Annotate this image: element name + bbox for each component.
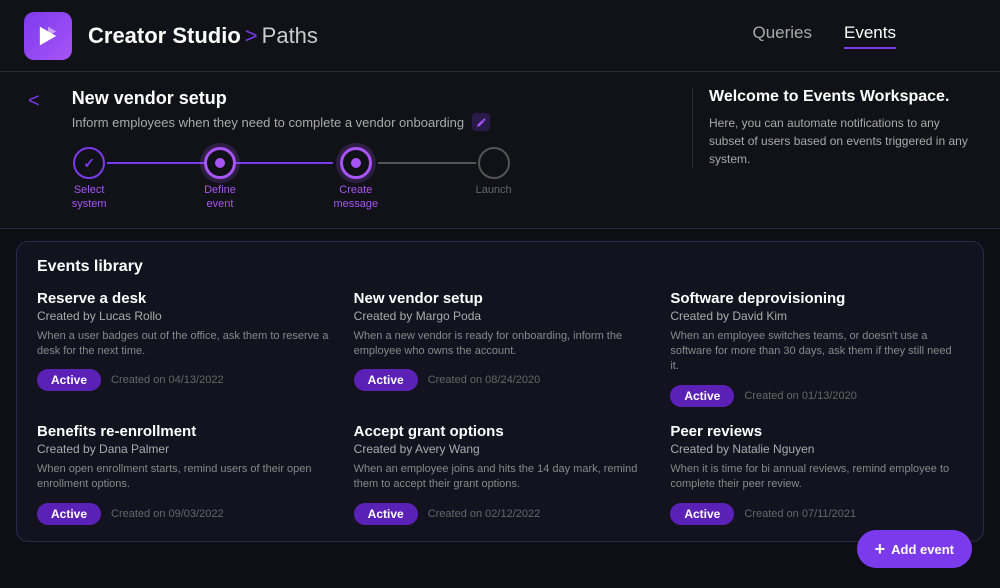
add-event-label: Add event: [891, 542, 954, 557]
event-card: Peer reviews Created by Natalie Nguyen W…: [670, 423, 963, 525]
plus-icon: +: [875, 540, 886, 558]
event-card-creator: Created by Margo Poda: [354, 309, 647, 323]
event-card: Accept grant options Created by Avery Wa…: [354, 423, 647, 525]
event-card-footer: Active Created on 07/11/2021: [670, 503, 963, 525]
event-card-footer: Active Created on 04/13/2022: [37, 369, 330, 391]
event-card-creator: Created by Natalie Nguyen: [670, 442, 963, 456]
nav-separator: >: [245, 23, 258, 49]
step-3-circle: [340, 147, 372, 179]
created-date: Created on 08/24/2020: [428, 374, 541, 386]
step-1-circle: ✓: [73, 147, 105, 179]
created-date: Created on 09/03/2022: [111, 508, 224, 520]
back-button[interactable]: <: [28, 90, 40, 113]
active-badge[interactable]: Active: [670, 385, 734, 407]
event-card-desc: When a user badges out of the office, as…: [37, 329, 330, 360]
event-card-title: Peer reviews: [670, 423, 963, 440]
event-card-footer: Active Created on 08/24/2020: [354, 369, 647, 391]
events-library-title: Events library: [37, 258, 963, 276]
events-grid: Reserve a desk Created by Lucas Rollo Wh…: [37, 290, 963, 525]
add-event-button[interactable]: + Add event: [857, 530, 972, 568]
event-card-desc: When a new vendor is ready for onboardin…: [354, 329, 647, 360]
logo: [24, 12, 72, 60]
event-card-title: Benefits re-enrollment: [37, 423, 330, 440]
nav-link-events[interactable]: Events: [844, 23, 896, 49]
nav-link-queries[interactable]: Queries: [752, 23, 812, 49]
workflow-title: New vendor setup: [72, 88, 660, 109]
workflow-info: Welcome to Events Workspace. Here, you c…: [692, 88, 972, 168]
created-date: Created on 07/11/2021: [744, 508, 856, 520]
workflow-section: < New vendor setup Inform employees when…: [0, 72, 1000, 229]
workflow-subtitle: Inform employees when they need to compl…: [72, 113, 660, 131]
step-select-system: ✓ Selectsystem: [72, 147, 107, 212]
event-card-title: Reserve a desk: [37, 290, 330, 307]
event-card: Software deprovisioning Created by David…: [670, 290, 963, 407]
connector-3-4: [378, 162, 475, 164]
step-define-event: Defineevent: [204, 147, 236, 212]
created-date: Created on 02/12/2022: [428, 508, 541, 520]
active-badge[interactable]: Active: [354, 369, 418, 391]
workspace-info-text: Here, you can automate notifications to …: [709, 114, 972, 168]
event-card-title: Accept grant options: [354, 423, 647, 440]
pencil-icon: [476, 117, 487, 128]
logo-icon: [34, 22, 62, 50]
step-create-message: Createmessage: [333, 147, 378, 212]
event-card-creator: Created by Dana Palmer: [37, 442, 330, 456]
event-card-desc: When an employee joins and hits the 14 d…: [354, 462, 647, 493]
step-4-circle: [478, 147, 510, 179]
event-card-creator: Created by Avery Wang: [354, 442, 647, 456]
active-badge[interactable]: Active: [354, 503, 418, 525]
active-badge[interactable]: Active: [37, 369, 101, 391]
event-card: Benefits re-enrollment Created by Dana P…: [37, 423, 330, 525]
event-card-footer: Active Created on 09/03/2022: [37, 503, 330, 525]
created-date: Created on 04/13/2022: [111, 374, 224, 386]
app-title: Creator Studio: [88, 23, 241, 49]
step-2-circle: [204, 147, 236, 179]
event-card-creator: Created by Lucas Rollo: [37, 309, 330, 323]
edit-title-button[interactable]: [472, 113, 490, 131]
step-3-label: Createmessage: [333, 183, 378, 212]
step-launch: Launch: [476, 147, 512, 197]
workspace-info-title: Welcome to Events Workspace.: [709, 88, 972, 106]
workflow-subtitle-text: Inform employees when they need to compl…: [72, 115, 464, 130]
step-1-label: Selectsystem: [72, 183, 107, 212]
event-card-title: New vendor setup: [354, 290, 647, 307]
nav-links: Queries Events: [752, 23, 896, 49]
top-navigation: Creator Studio > Paths Queries Events: [0, 0, 1000, 72]
event-card-desc: When open enrollment starts, remind user…: [37, 462, 330, 493]
event-card-footer: Active Created on 01/13/2020: [670, 385, 963, 407]
step-2-label: Defineevent: [204, 183, 236, 212]
workflow-details: New vendor setup Inform employees when t…: [72, 88, 660, 212]
connector-1-2: [107, 162, 204, 164]
event-card-footer: Active Created on 02/12/2022: [354, 503, 647, 525]
event-card: Reserve a desk Created by Lucas Rollo Wh…: [37, 290, 330, 407]
event-card: New vendor setup Created by Margo Poda W…: [354, 290, 647, 407]
step-4-label: Launch: [476, 183, 512, 197]
event-card-desc: When an employee switches teams, or does…: [670, 329, 963, 375]
event-card-desc: When it is time for bi annual reviews, r…: [670, 462, 963, 493]
active-badge[interactable]: Active: [670, 503, 734, 525]
created-date: Created on 01/13/2020: [744, 390, 857, 402]
active-badge[interactable]: Active: [37, 503, 101, 525]
events-library: Events library Reserve a desk Created by…: [16, 241, 984, 542]
event-card-title: Software deprovisioning: [670, 290, 963, 307]
connector-2-3: [236, 162, 333, 164]
event-card-creator: Created by David Kim: [670, 309, 963, 323]
nav-breadcrumb: Paths: [262, 23, 318, 49]
workflow-steps: ✓ Selectsystem Defineevent Createmessage: [72, 147, 512, 212]
